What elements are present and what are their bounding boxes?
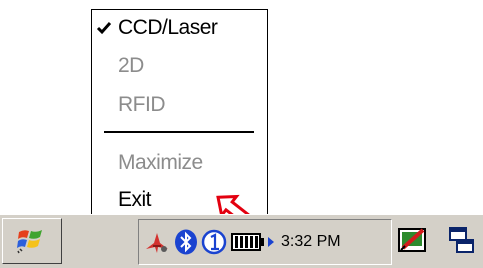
menu-item-label: Exit (118, 188, 152, 211)
show-desktop-button[interactable] (444, 218, 480, 264)
bluetooth-icon[interactable] (174, 229, 198, 255)
tray-arrow-icon[interactable] (266, 235, 276, 249)
menu-item-label: CCD/Laser (118, 16, 218, 39)
menu-item-label: RFID (118, 93, 166, 116)
battery-icon[interactable] (231, 232, 265, 252)
menu-item-maximize: Maximize (92, 149, 267, 177)
menu-item-label: Maximize (118, 151, 203, 174)
tray-clock[interactable]: 3:32 PM (281, 231, 341, 253)
menu-separator (104, 131, 254, 133)
checkmark-icon (96, 22, 112, 35)
menu-item-rfid: RFID (92, 91, 267, 119)
show-desktop-icon (449, 227, 474, 253)
menu-item-ccd-laser[interactable]: CCD/Laser (92, 14, 267, 42)
input-panel-button[interactable] (394, 218, 434, 264)
input-panel-pen-icon (398, 228, 426, 252)
windows-flag-icon (17, 230, 42, 254)
system-tray: 3:32 PM (138, 219, 392, 265)
menu-item-label: 2D (118, 54, 144, 77)
start-button[interactable] (2, 218, 62, 264)
menu-item-2d: 2D (92, 52, 267, 80)
scanner-app-icon[interactable] (144, 229, 170, 255)
tray-context-menu: CCD/Laser 2D RFID Maximize Exit (91, 9, 268, 216)
numeric-1-icon[interactable] (201, 229, 227, 255)
taskbar: 3:32 PM (0, 214, 483, 268)
